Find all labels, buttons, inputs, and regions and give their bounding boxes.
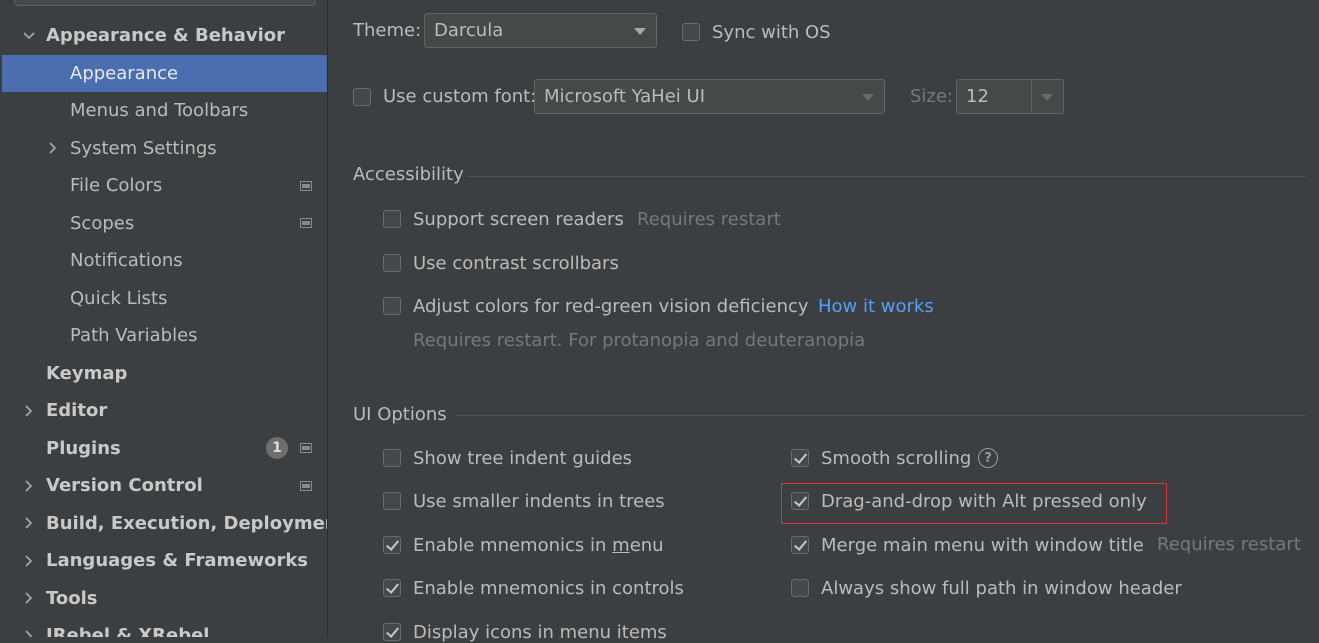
sidebar-item-path-variables[interactable]: Path Variables: [2, 317, 327, 354]
appearance-settings-panel: Theme: Darcula Sync with OS Use custom f…: [328, 0, 1319, 643]
chevron-down-icon: [1041, 93, 1053, 101]
contrast-scrollbars-checkbox[interactable]: [383, 254, 401, 272]
mnemonics-in-controls-checkbox[interactable]: [383, 579, 401, 597]
theme-dropdown[interactable]: Darcula: [424, 13, 657, 48]
theme-dropdown-value: Darcula: [434, 20, 504, 41]
sidebar-item-scopes[interactable]: Scopes: [2, 205, 327, 242]
project-level-icon: [300, 443, 312, 453]
smooth-scrolling-label: Smooth scrolling: [821, 448, 972, 469]
merge-main-menu-label: Merge main menu with window title: [821, 535, 1144, 556]
sidebar-item-version-control[interactable]: Version Control: [2, 467, 327, 504]
sidebar-item-languages-and-frameworks[interactable]: Languages & Frameworks: [2, 542, 327, 579]
font-size-dropdown[interactable]: 12: [956, 79, 1064, 114]
sidebar-item-notifications[interactable]: Notifications: [2, 242, 327, 279]
sidebar-item-editor[interactable]: Editor: [2, 392, 327, 429]
sync-with-os-checkbox[interactable]: [682, 23, 700, 41]
support-screen-readers-checkbox[interactable]: [383, 210, 401, 228]
sidebar-item-label: Menus and Toolbars: [70, 100, 249, 121]
support-screen-readers-label: Support screen readers: [413, 209, 624, 230]
mnemonics-in-menu-label: Enable mnemonics in menu: [413, 535, 664, 556]
full-path-header-label: Always show full path in window header: [821, 578, 1182, 599]
smaller-indents-label: Use smaller indents in trees: [413, 491, 665, 512]
theme-label: Theme:: [353, 20, 422, 41]
sidebar-item-plugins[interactable]: Plugins 1: [2, 430, 327, 467]
ui-options-separator: [456, 415, 1306, 416]
font-dropdown[interactable]: Microsoft YaHei UI: [534, 79, 885, 114]
tree-indent-guides-label: Show tree indent guides: [413, 448, 633, 469]
merge-main-menu-checkbox[interactable]: [791, 536, 809, 554]
sidebar-item-keymap[interactable]: Keymap: [2, 355, 327, 392]
chevron-right-icon[interactable]: [20, 627, 38, 637]
sidebar-item-appearance[interactable]: Appearance: [2, 54, 327, 92]
sidebar-item-label: Languages & Frameworks: [46, 550, 309, 571]
sidebar-item-label: Keymap: [46, 362, 128, 384]
drag-and-drop-alt-checkbox[interactable]: [791, 492, 809, 510]
sidebar-item-label: Version Control: [46, 475, 203, 496]
mnemonics-in-controls-label: Enable mnemonics in controls: [413, 578, 684, 599]
combo-divider: [1031, 80, 1032, 113]
tree-indent-guides-checkbox[interactable]: [383, 449, 401, 467]
icons-in-menu-items-checkbox[interactable]: [383, 623, 401, 641]
sidebar-item-menus-and-toolbars[interactable]: Menus and Toolbars: [2, 92, 327, 129]
chevron-down-icon: [862, 93, 874, 101]
smooth-scrolling-checkbox[interactable]: [791, 449, 809, 467]
sidebar-item-label: Build, Execution, Deployment: [46, 512, 328, 534]
use-custom-font-label: Use custom font:: [383, 86, 537, 107]
font-size-value: 12: [966, 86, 989, 107]
chevron-right-icon[interactable]: [20, 514, 38, 532]
sidebar-item-label: Plugins: [46, 437, 121, 459]
sidebar-item-label: File Colors: [70, 175, 163, 196]
sidebar-item-label: System Settings: [70, 137, 217, 159]
contrast-scrollbars-label: Use contrast scrollbars: [413, 253, 619, 274]
sync-with-os-label: Sync with OS: [712, 22, 831, 43]
settings-search-input[interactable]: [14, 0, 316, 6]
settings-sidebar: Appearance & Behavior Appearance Menus and…: [0, 0, 328, 637]
project-level-icon: [300, 480, 312, 491]
accessibility-section-title: Accessibility: [353, 164, 464, 185]
font-size-label: Size:: [910, 86, 954, 107]
sidebar-item-label: Appearance: [70, 62, 179, 84]
project-level-icon: [300, 180, 312, 191]
help-icon[interactable]: ?: [978, 448, 998, 468]
chevron-down-icon[interactable]: [20, 27, 38, 45]
drag-and-drop-alt-label: Drag-and-drop with Alt pressed only: [821, 491, 1147, 512]
sidebar-item-label: Quick Lists: [70, 287, 168, 309]
merge-main-menu-restart-hint: Requires restart: [1157, 534, 1301, 555]
sidebar-item-build-execution-deployment[interactable]: Build, Execution, Deployment: [2, 505, 327, 542]
chevron-right-icon[interactable]: [44, 139, 62, 157]
project-level-icon: [300, 218, 312, 228]
icons-in-menu-items-label: Display icons in menu items: [413, 622, 667, 643]
accessibility-separator: [468, 176, 1306, 177]
sidebar-item-quick-lists[interactable]: Quick Lists: [2, 280, 327, 317]
mnemonics-in-menu-checkbox[interactable]: [383, 536, 401, 554]
sidebar-item-tools[interactable]: Tools: [2, 580, 327, 617]
sidebar-item-label: Path Variables: [70, 325, 198, 346]
update-count-badge: 1: [266, 437, 288, 459]
chevron-right-icon[interactable]: [20, 477, 38, 495]
use-custom-font-checkbox[interactable]: [353, 88, 371, 106]
sidebar-item-label: Tools: [46, 587, 98, 609]
sidebar-item-system-settings[interactable]: System Settings: [2, 130, 327, 167]
sidebar-item-jrebel-and-xrebel[interactable]: JRebel & XRebel: [2, 617, 327, 637]
sidebar-item-label: JRebel & XRebel: [46, 625, 210, 637]
sidebar-item-label: Scopes: [70, 212, 135, 234]
red-green-vision-note: Requires restart. For protanopia and deu…: [413, 330, 866, 351]
sidebar-item-label: Appearance & Behavior: [46, 25, 286, 46]
font-dropdown-value: Microsoft YaHei UI: [544, 86, 705, 107]
screen-readers-restart-hint: Requires restart: [637, 209, 781, 230]
smaller-indents-checkbox[interactable]: [383, 492, 401, 510]
full-path-header-checkbox[interactable]: [791, 579, 809, 597]
sidebar-item-appearance-and-behavior[interactable]: Appearance & Behavior: [2, 17, 327, 54]
chevron-right-icon[interactable]: [20, 402, 38, 420]
chevron-right-icon[interactable]: [20, 589, 38, 607]
sidebar-item-label: Notifications: [70, 250, 183, 271]
red-green-vision-checkbox[interactable]: [383, 297, 401, 315]
ui-options-section-title: UI Options: [353, 404, 447, 425]
chevron-right-icon[interactable]: [20, 552, 38, 570]
chevron-down-icon: [634, 27, 646, 35]
red-green-vision-label: Adjust colors for red-green vision defic…: [413, 296, 809, 317]
sidebar-item-file-colors[interactable]: File Colors: [2, 167, 327, 204]
how-it-works-link[interactable]: How it works: [818, 296, 934, 317]
sidebar-item-label: Editor: [46, 400, 108, 421]
